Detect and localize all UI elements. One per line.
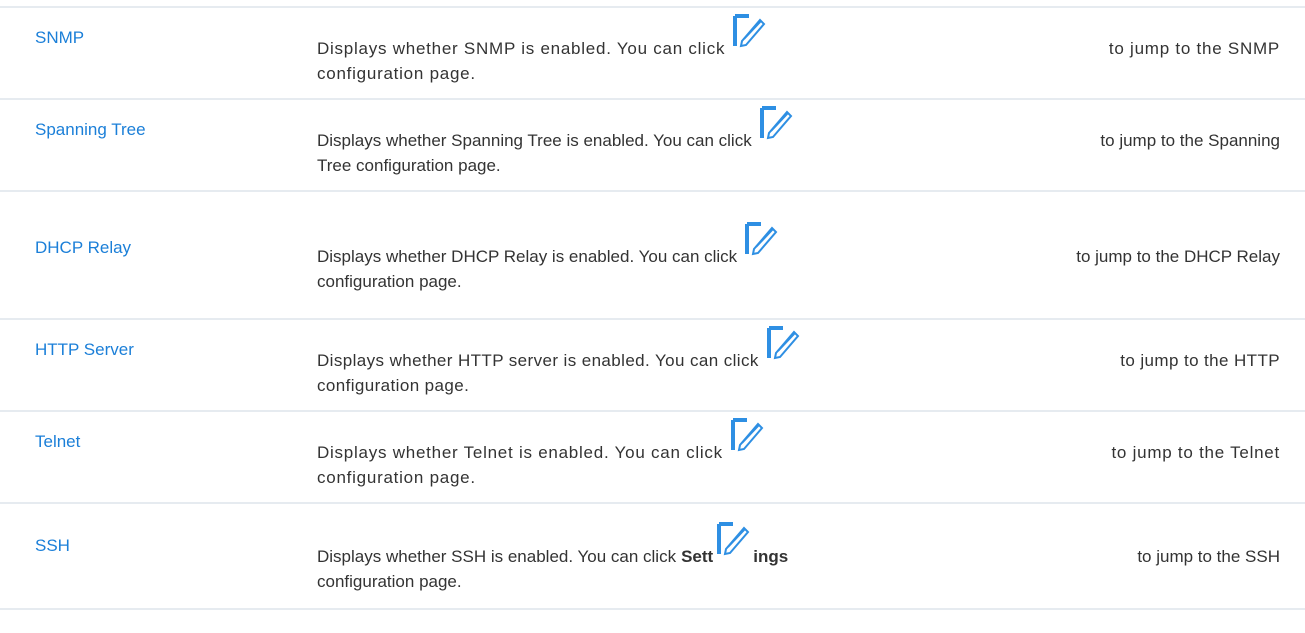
table-row: HTTP Server Displays whether HTTP server… [0, 318, 1305, 412]
settings-keyword: Sett [681, 547, 714, 566]
description-text: Displays whether DHCP Relay is enabled. … [317, 247, 738, 266]
description-text: Displays whether SSH is enabled. You can… [317, 547, 677, 566]
description: Displays whether SSH is enabled. You can… [317, 522, 1280, 594]
table-row: DHCP Relay Displays whether DHCP Relay i… [0, 190, 1305, 296]
description: Displays whether HTTP server is enabled.… [317, 326, 1280, 398]
edit-icon[interactable] [759, 106, 794, 140]
description-text: Tree configuration page. [317, 156, 501, 175]
description: Displays whether Telnet is enabled. You … [317, 418, 1280, 490]
term-http-server: HTTP Server [35, 340, 134, 359]
table-row: SSH Displays whether SSH is enabled. You… [0, 502, 1305, 610]
description-text: configuration page. [317, 572, 462, 591]
edit-icon[interactable] [766, 326, 801, 360]
description-text: to jump to the SSH [1137, 547, 1280, 566]
description-text: configuration page. [317, 272, 462, 291]
table-row: Telnet Displays whether Telnet is enable… [0, 410, 1305, 504]
term-spanning-tree: Spanning Tree [35, 120, 146, 139]
description: Displays whether Spanning Tree is enable… [317, 106, 1280, 178]
term-dhcp-relay: DHCP Relay [35, 238, 132, 257]
description-text: Displays whether Spanning Tree is enable… [317, 131, 752, 150]
description-text: to jump to the DHCP Relay [1076, 247, 1280, 266]
description-text: Displays whether HTTP server is enabled.… [317, 351, 759, 370]
description-text: configuration page. [317, 468, 476, 487]
edit-icon[interactable] [745, 222, 779, 256]
edit-icon[interactable] [730, 418, 765, 452]
description-text: to jump to the SNMP [1108, 39, 1280, 58]
description-text: configuration page. [317, 376, 470, 395]
description: Displays whether DHCP Relay is enabled. … [317, 222, 1280, 294]
description: Displays whether SNMP is enabled. You ca… [317, 14, 1280, 86]
description-text: configuration page. [317, 64, 476, 83]
term-ssh: SSH [35, 536, 70, 555]
edit-icon[interactable] [717, 522, 751, 556]
description-text: to jump to the Spanning [1100, 131, 1280, 150]
table-row: Spanning Tree Displays whether Spanning … [0, 98, 1305, 192]
description-text: Displays whether Telnet is enabled. You … [317, 443, 723, 462]
term-telnet: Telnet [35, 432, 81, 451]
settings-keyword: ings [753, 547, 789, 566]
description-text: Displays whether SNMP is enabled. You ca… [317, 39, 726, 58]
edit-icon[interactable] [733, 14, 767, 48]
term-snmp: SNMP [35, 28, 85, 47]
description-text: to jump to the Telnet [1111, 443, 1280, 462]
table-row: SNMP Displays whether SNMP is enabled. Y… [0, 6, 1305, 100]
description-text: to jump to the HTTP [1120, 351, 1280, 370]
